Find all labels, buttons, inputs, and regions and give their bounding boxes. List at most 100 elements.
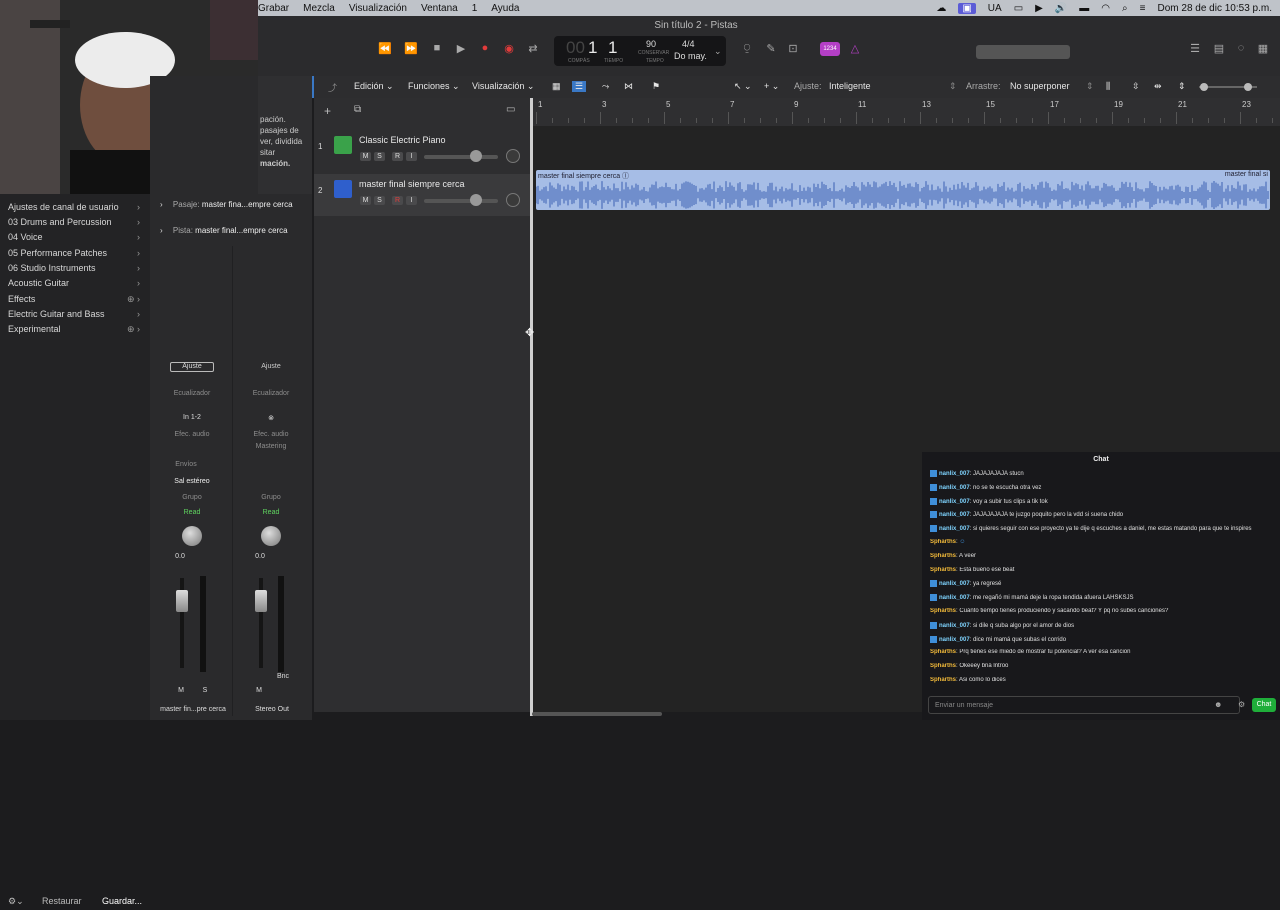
add-track-icon[interactable]: + bbox=[324, 104, 331, 118]
control-center-icon[interactable]: ≡ bbox=[1140, 3, 1146, 14]
cycle-icon[interactable]: ⇄ bbox=[524, 42, 542, 56]
play-icon[interactable]: ▶ bbox=[452, 42, 470, 56]
chat-username[interactable]: nanlix_007 bbox=[939, 499, 970, 505]
strip1-group[interactable]: Grupo bbox=[166, 494, 218, 501]
horizontal-scrollbar[interactable] bbox=[532, 712, 662, 716]
library-item[interactable]: Experimental ⊕ › bbox=[8, 324, 140, 335]
menubar-item[interactable]: Visualización bbox=[349, 3, 407, 14]
chat-username[interactable]: Spharths bbox=[930, 539, 956, 545]
pan-knob[interactable] bbox=[506, 149, 520, 163]
horizontal-zoom-icon[interactable]: ⇹ bbox=[1154, 81, 1162, 92]
menubar-item[interactable]: Ventana bbox=[421, 3, 458, 14]
tuner-icon[interactable]: ⍜ bbox=[738, 42, 756, 56]
strip1-pan-knob[interactable] bbox=[182, 526, 202, 546]
menubar-item[interactable]: 1 bbox=[472, 3, 478, 14]
notes-icon[interactable]: ▤ bbox=[1210, 42, 1228, 56]
catch-icon[interactable]: ⚑ bbox=[652, 81, 660, 92]
chat-username[interactable]: nanlix_007 bbox=[939, 623, 970, 629]
volume-knob[interactable] bbox=[470, 150, 482, 162]
strip2-group[interactable]: Grupo bbox=[244, 494, 298, 501]
save-button[interactable]: Guardar... bbox=[102, 896, 142, 906]
strip1-setting-button[interactable]: Ajuste bbox=[170, 362, 214, 372]
chat-username[interactable]: Spharths bbox=[930, 663, 956, 669]
display-icon[interactable]: ▭ bbox=[1014, 3, 1023, 14]
volume-slider[interactable] bbox=[424, 155, 498, 159]
chat-username[interactable]: Spharths bbox=[930, 553, 956, 559]
functions-menu[interactable]: Funciones ⌄ bbox=[408, 81, 460, 92]
drag-select[interactable]: No superponer bbox=[1010, 81, 1070, 91]
volume-knob[interactable] bbox=[470, 194, 482, 206]
play-icon[interactable]: ▶ bbox=[1035, 3, 1043, 14]
solo-button[interactable]: S bbox=[374, 196, 385, 205]
strip2-eq[interactable]: Ecualizador bbox=[244, 390, 298, 397]
zoom-icon[interactable]: ⇕ bbox=[1178, 81, 1186, 92]
flex-icon[interactable]: ⋈ bbox=[624, 81, 633, 92]
rewind-icon[interactable]: ⏪ bbox=[376, 42, 394, 56]
strip2-mute[interactable]: M bbox=[254, 687, 264, 694]
library-item[interactable]: 04 Voice › bbox=[8, 232, 140, 242]
chat-send-button[interactable]: Chat bbox=[1252, 698, 1276, 712]
chat-input[interactable]: Enviar un mensaje bbox=[928, 696, 1240, 714]
playhead[interactable] bbox=[530, 98, 533, 716]
track-row-1[interactable]: 1 Classic Electric Piano M S R I bbox=[314, 130, 532, 172]
strip1-sends[interactable]: Envíos bbox=[166, 461, 206, 468]
audio-region[interactable]: master final siempre cerca ⓛ master fina… bbox=[536, 170, 1270, 210]
solo-button[interactable]: S bbox=[374, 152, 385, 161]
grid-icon[interactable]: ▦ bbox=[552, 81, 561, 92]
library-item[interactable]: Effects ⊕ › bbox=[8, 294, 140, 305]
view-menu[interactable]: Visualización ⌄ bbox=[472, 81, 534, 92]
library-item[interactable]: 06 Studio Instruments › bbox=[8, 263, 140, 273]
screen-record-icon[interactable]: ▣ bbox=[958, 2, 976, 14]
strip1-eq[interactable]: Ecualizador bbox=[166, 390, 218, 397]
strip2-setting-button[interactable]: Ajuste bbox=[246, 363, 296, 370]
library-item[interactable]: Electric Guitar and Bass › bbox=[8, 309, 140, 319]
back-icon[interactable]: ⤴ bbox=[328, 81, 337, 94]
chat-username[interactable]: nanlix_007 bbox=[939, 595, 970, 601]
lcd-display[interactable]: 00 1 1 COMPÁS TIEMPO 90 CONSERVAR TEMPO … bbox=[554, 36, 726, 66]
stop-icon[interactable]: ■ bbox=[428, 42, 446, 56]
mute-button[interactable]: M bbox=[360, 152, 371, 161]
master-volume[interactable] bbox=[976, 45, 1070, 59]
library-item[interactable]: 05 Performance Patches › bbox=[8, 248, 140, 258]
record-icon[interactable]: ● bbox=[476, 42, 494, 56]
metronome-icon[interactable]: △ bbox=[846, 42, 864, 56]
chat-username[interactable]: nanlix_007 bbox=[939, 581, 970, 587]
list-icon[interactable]: ☰ bbox=[1186, 42, 1204, 56]
chevron-down-icon[interactable]: ⌄ bbox=[714, 46, 722, 57]
list-view-icon[interactable]: ☰ bbox=[572, 81, 587, 92]
pan-knob[interactable] bbox=[506, 193, 520, 207]
link-icon[interactable]: ⊗ bbox=[244, 414, 298, 422]
strip2-automation[interactable]: Read bbox=[244, 509, 298, 516]
strip1-input[interactable]: In 1-2 bbox=[166, 414, 218, 421]
chat-settings-icon[interactable]: ⚙ bbox=[1238, 700, 1245, 709]
zoom-slider-knob[interactable] bbox=[1200, 83, 1208, 91]
chat-username[interactable]: nanlix_007 bbox=[939, 471, 970, 477]
zoom-slider-knob-2[interactable] bbox=[1244, 83, 1252, 91]
list-editor-icon[interactable]: ⊡ bbox=[784, 42, 802, 56]
track-name[interactable]: master final siempre cerca bbox=[359, 179, 465, 189]
browser-icon[interactable]: ▦ bbox=[1254, 42, 1272, 56]
wifi-icon[interactable]: ◠ bbox=[1101, 3, 1110, 14]
settings-icon[interactable]: ⚙⌄ bbox=[8, 896, 24, 907]
creative-cloud-icon[interactable]: ☁ bbox=[936, 3, 946, 14]
strip1-solo[interactable]: S bbox=[200, 687, 210, 694]
waveform-zoom-icon[interactable]: ⫼ bbox=[1106, 81, 1110, 92]
snap-select[interactable]: Inteligente bbox=[829, 81, 871, 91]
strip2-volume-value[interactable]: 0.0 bbox=[250, 553, 270, 560]
strip2-pan-knob[interactable] bbox=[261, 526, 281, 546]
chat-username[interactable]: nanlix_007 bbox=[939, 637, 970, 643]
menubar-item[interactable]: Grabar bbox=[258, 3, 289, 14]
chat-username[interactable]: Spharths bbox=[930, 677, 956, 683]
volume-icon[interactable]: 🔊 bbox=[1055, 3, 1067, 14]
pointer-tool-icon[interactable]: ↖ ⌄ bbox=[734, 81, 752, 92]
input-monitor-button[interactable]: I bbox=[406, 196, 417, 205]
automation-icon[interactable]: ⤳ bbox=[602, 81, 609, 92]
input-source[interactable]: UA bbox=[988, 3, 1002, 14]
chat-username[interactable]: Spharths bbox=[930, 608, 956, 614]
count-in-button[interactable]: 1234 bbox=[820, 42, 840, 56]
chat-username[interactable]: nanlix_007 bbox=[939, 512, 970, 518]
chat-username[interactable]: Spharths bbox=[930, 567, 956, 573]
forward-icon[interactable]: ⏩ bbox=[402, 42, 420, 56]
strip2-fx[interactable]: Efec. audio bbox=[244, 431, 298, 438]
secondary-tool-icon[interactable]: + ⌄ bbox=[764, 81, 779, 92]
